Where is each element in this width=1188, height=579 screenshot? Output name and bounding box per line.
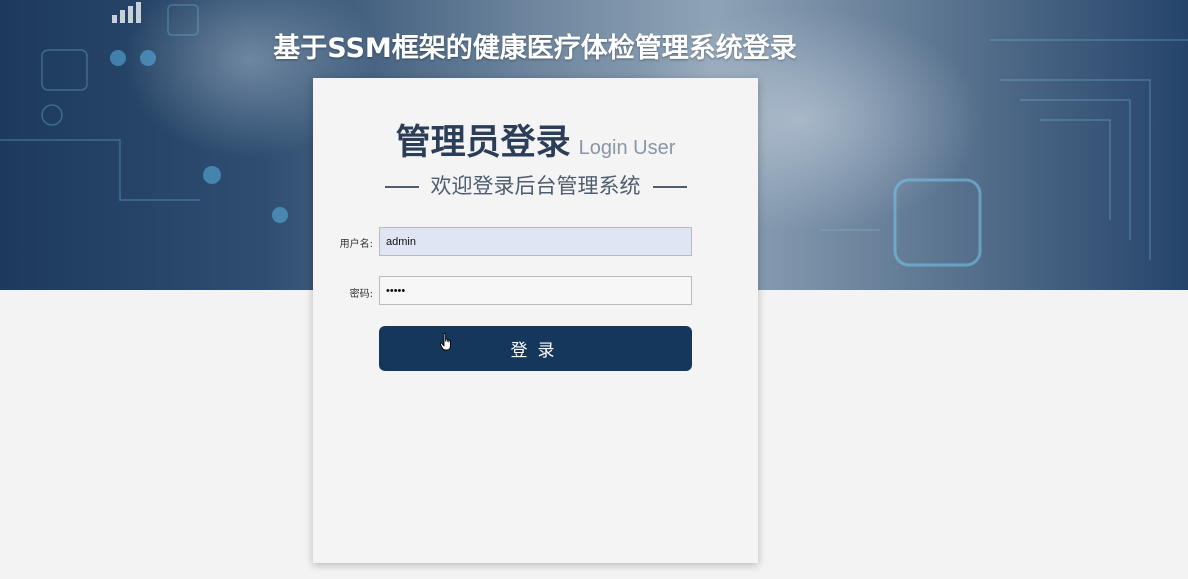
password-label: 密码:	[349, 289, 373, 300]
panel-heading-title: 管理员登录	[395, 123, 571, 163]
welcome-text: 欢迎登录后台管理系统	[430, 174, 641, 198]
username-input[interactable]	[379, 227, 692, 256]
panel-heading: 管理员登录 Login User	[313, 114, 758, 165]
password-input[interactable]	[379, 276, 692, 305]
welcome-divider-left	[384, 186, 419, 188]
hand-pointer-icon	[440, 333, 451, 351]
username-label: 用户名:	[339, 239, 373, 250]
page-title: 基于SSM框架的健康医疗体检管理系统登录	[273, 33, 797, 64]
login-panel: 管理员登录 Login User 欢迎登录后台管理系统 用户名: 密码: 登录	[313, 78, 758, 563]
login-button[interactable]: 登录	[379, 326, 692, 371]
panel-heading-subtitle: Login User	[578, 137, 676, 159]
welcome-message: 欢迎登录后台管理系统	[313, 170, 758, 200]
welcome-divider-right	[652, 186, 687, 188]
